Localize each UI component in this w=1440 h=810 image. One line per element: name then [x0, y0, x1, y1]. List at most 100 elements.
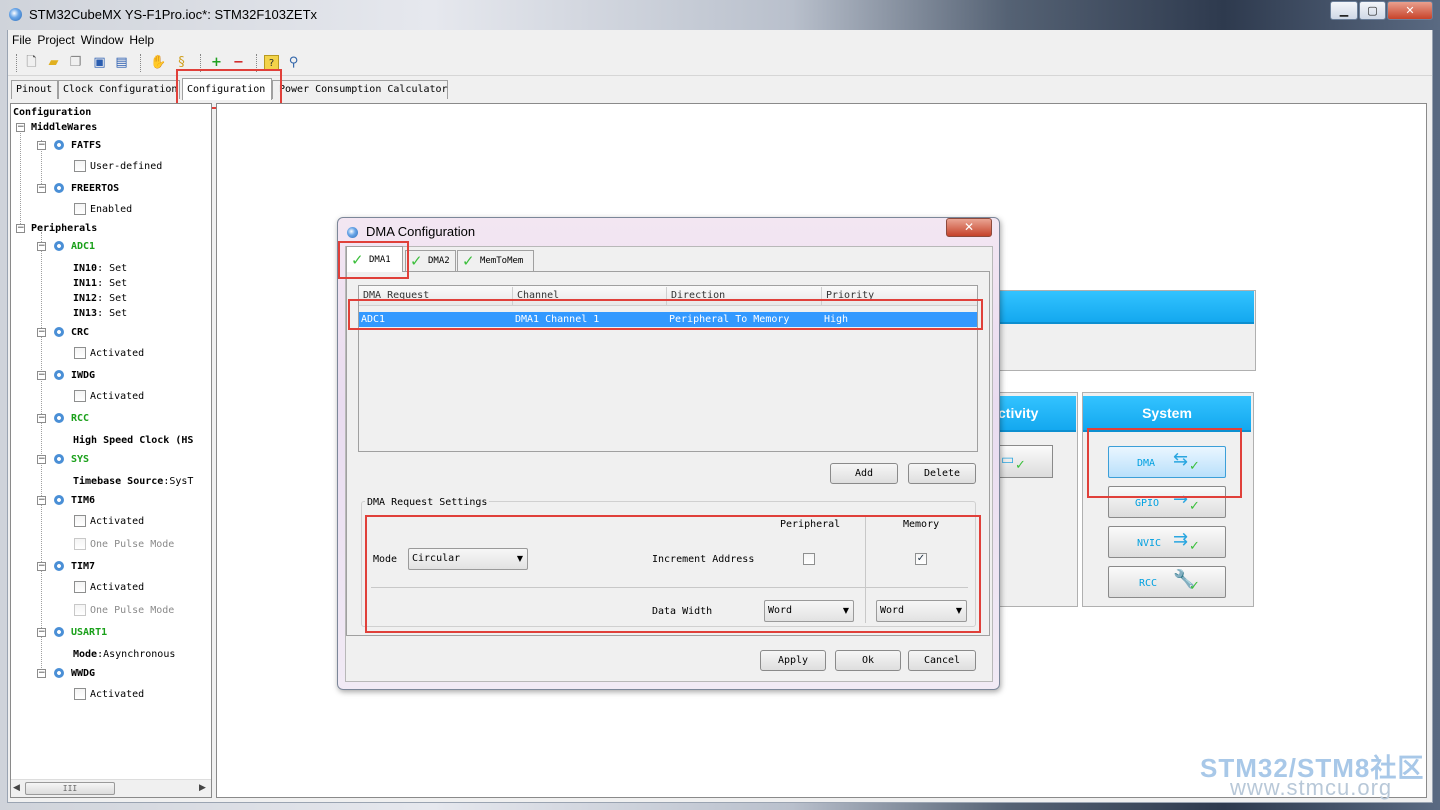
collapse-icon[interactable]: −: [37, 669, 46, 678]
tab-power-consumption-calculator[interactable]: Power Consumption Calculator: [272, 80, 448, 99]
key-icon[interactable]: ⚲: [286, 55, 301, 70]
menu-project[interactable]: Project: [37, 33, 74, 47]
tree-wwdg[interactable]: WWDG: [71, 668, 95, 679]
connectivity-button[interactable]: ▭ ✓: [998, 445, 1053, 478]
scroll-left-icon[interactable]: ◀: [13, 783, 20, 793]
save-icon[interactable]: ▣: [92, 55, 107, 70]
import-icon[interactable]: ✋: [150, 55, 166, 70]
memory-data-width-select[interactable]: Word ▼: [876, 600, 967, 622]
nvic-button[interactable]: NVIC ⇉ ✓: [1108, 526, 1226, 558]
collapse-icon[interactable]: −: [37, 628, 46, 637]
rcc-button[interactable]: RCC 🔧 ✓: [1108, 566, 1226, 598]
tree-freertos[interactable]: FREERTOS: [71, 183, 119, 194]
cancel-button[interactable]: Cancel: [908, 650, 976, 671]
scroll-right-icon[interactable]: ▶: [199, 783, 206, 793]
tree-rcc[interactable]: RCC: [71, 413, 89, 424]
tree-tim7[interactable]: TIM7: [71, 561, 95, 572]
ok-button[interactable]: Ok: [835, 650, 901, 671]
one-pulse-mode-checkbox[interactable]: [74, 604, 86, 616]
check-icon: ✓: [1189, 459, 1200, 474]
tree-usart1[interactable]: USART1: [71, 627, 107, 638]
collapse-icon[interactable]: −: [37, 414, 46, 423]
column-header[interactable]: Channel: [513, 287, 667, 305]
tree-middlewares[interactable]: MiddleWares: [31, 122, 97, 133]
zoom-out-icon[interactable]: −: [231, 55, 246, 70]
tree-option-label: Enabled: [90, 204, 133, 215]
copy-icon[interactable]: ❐: [68, 55, 83, 70]
collapse-icon[interactable]: −: [37, 184, 46, 193]
activated-checkbox[interactable]: [74, 347, 86, 359]
collapse-icon[interactable]: −: [16, 224, 25, 233]
toolbar: 🗋 ▰ ❐ ▣ ▤ ✋ § + − ? ⚲: [8, 50, 1432, 76]
scroll-thumb[interactable]: III: [25, 782, 115, 795]
tab-clock-configuration[interactable]: Clock Configuration: [58, 80, 180, 99]
user-defined-checkbox[interactable]: [74, 160, 86, 172]
close-window-button[interactable]: ✕: [1387, 1, 1433, 20]
activated-checkbox[interactable]: [74, 581, 86, 593]
one-pulse-mode-checkbox[interactable]: [74, 538, 86, 550]
peripheral-increment-checkbox[interactable]: [803, 553, 815, 565]
collapse-icon[interactable]: −: [37, 562, 46, 571]
tab-dma2[interactable]: ✓ DMA2: [405, 250, 456, 271]
column-header[interactable]: DMA Request: [359, 287, 513, 305]
delete-button[interactable]: Delete: [908, 463, 976, 484]
tab-dma1[interactable]: ✓ DMA1: [346, 246, 403, 272]
save-all-icon[interactable]: ▤: [114, 55, 129, 70]
collapse-icon[interactable]: −: [37, 371, 46, 380]
tree-fatfs[interactable]: FATFS: [71, 140, 101, 151]
peripheral-data-width-select[interactable]: Word ▼: [764, 600, 854, 622]
chevron-down-icon: ▼: [842, 606, 849, 615]
collapse-icon[interactable]: −: [37, 455, 46, 464]
chevron-down-icon: ▼: [955, 606, 962, 615]
gpio-button[interactable]: GPIO → ✓: [1108, 486, 1226, 518]
rcc-label: RCC: [1139, 578, 1158, 589]
apply-button[interactable]: Apply: [760, 650, 826, 671]
gear-icon: [54, 627, 64, 637]
dma-request-table: [358, 285, 978, 452]
menu-help[interactable]: Help: [129, 33, 154, 47]
maximize-button[interactable]: ▢: [1359, 1, 1386, 20]
collapse-icon[interactable]: −: [37, 242, 46, 251]
menu-window[interactable]: Window: [81, 33, 124, 47]
collapse-icon[interactable]: −: [16, 123, 25, 132]
collapse-icon[interactable]: −: [37, 496, 46, 505]
collapse-icon[interactable]: −: [37, 141, 46, 150]
tab-configuration[interactable]: Configuration: [182, 78, 272, 100]
column-header[interactable]: Direction: [667, 287, 822, 305]
horizontal-scrollbar[interactable]: ◀ III ▶: [11, 779, 211, 797]
enabled-checkbox[interactable]: [74, 203, 86, 215]
generate-report-icon[interactable]: §: [174, 55, 189, 70]
activated-checkbox[interactable]: [74, 515, 86, 527]
tree-iwdg[interactable]: IWDG: [71, 370, 95, 381]
tree-adc1[interactable]: ADC1: [71, 241, 95, 252]
mode-select[interactable]: Circular ▼: [408, 548, 528, 570]
new-file-icon[interactable]: 🗋: [24, 55, 39, 70]
activated-checkbox[interactable]: [74, 688, 86, 700]
open-folder-icon[interactable]: ▰: [46, 55, 61, 70]
collapse-icon[interactable]: −: [37, 328, 46, 337]
memory-increment-checkbox[interactable]: ✓: [915, 553, 927, 565]
tab-memtomem[interactable]: ✓ MemToMem: [457, 250, 534, 271]
dialog-close-button[interactable]: ✕: [946, 218, 992, 237]
tree-peripherals[interactable]: Peripherals: [31, 223, 97, 234]
tree-sys[interactable]: SYS: [71, 454, 89, 465]
dma-icon: ⇆: [1173, 449, 1189, 470]
table-row[interactable]: ADC1 DMA1 Channel 1 Peripheral To Memory…: [359, 312, 977, 327]
tree-crc[interactable]: CRC: [71, 327, 89, 338]
watermark-url: www.stmcu.org: [1230, 775, 1393, 800]
gear-icon: [54, 327, 64, 337]
tree-tim6[interactable]: TIM6: [71, 495, 95, 506]
menu-file[interactable]: File: [12, 33, 31, 47]
column-header[interactable]: Priority: [822, 287, 977, 305]
help-icon[interactable]: ?: [264, 55, 279, 70]
tab-pinout[interactable]: Pinout: [11, 80, 58, 99]
minimize-button[interactable]: ▁: [1330, 1, 1358, 20]
zoom-in-icon[interactable]: +: [209, 55, 224, 70]
activated-checkbox[interactable]: [74, 390, 86, 402]
check-icon: ✓: [1189, 539, 1200, 554]
tree-param: High Speed Clock (HS: [73, 435, 194, 446]
dma-button[interactable]: DMA ⇆ ✓: [1108, 446, 1226, 478]
gear-icon: [54, 370, 64, 380]
tree-param: Timebase Source:SysT: [73, 476, 194, 487]
add-button[interactable]: Add: [830, 463, 898, 484]
